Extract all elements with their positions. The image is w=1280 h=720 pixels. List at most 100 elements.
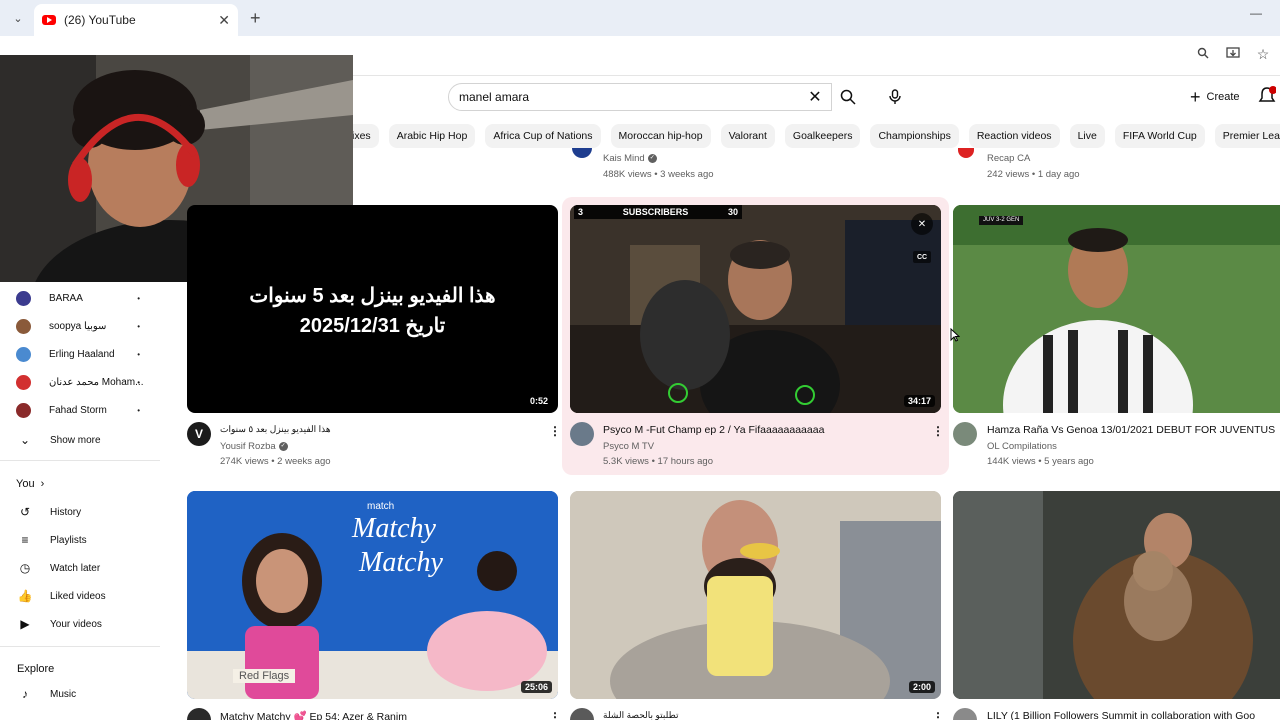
score-overlay: JUV 3-2 GEN [979,216,1024,225]
search-button[interactable] [832,83,864,111]
above-row-channel[interactable]: Kais Mind ✓ [603,153,657,164]
video-channel[interactable]: Psyco M TV [603,441,654,452]
subscription-item[interactable]: BARAA • [16,288,146,308]
more-options-icon[interactable]: ⋮ [932,710,944,720]
clear-search-icon[interactable]: ✕ [805,87,825,107]
sidebar-item-label: Playlists [50,534,87,546]
video-title[interactable]: Psyco M -Fut Champ ep 2 / Ya Fifaaaaaaaa… [603,424,923,436]
sidebar-item-label: History [50,506,82,518]
subscription-item[interactable]: Erling Haaland • [16,344,146,364]
sidebar-item-label: Liked videos [50,590,106,602]
explore-header: Explore [17,663,55,675]
zoom-icon[interactable] [1196,46,1210,63]
above-row-channel-avatar[interactable] [572,148,592,158]
search-input[interactable]: manel amara [459,90,805,104]
chip-10[interactable]: Premier League [1214,124,1280,148]
chip-8[interactable]: Live [1069,124,1105,148]
install-app-icon[interactable] [1226,46,1240,63]
sidebar-divider-2 [0,646,160,647]
verified-icon: ✓ [647,153,657,163]
category-chips: ixes Arabic Hip Hop Africa Cup of Nations M… [352,124,1280,148]
browser-tab[interactable]: (26) YouTube ✕ [34,4,238,36]
sidebar-item-playlists[interactable]: ≡ Playlists [16,530,87,550]
video-title[interactable]: Hamza Raña Vs Genoa 13/01/2021 DEBUT FOR… [987,424,1280,436]
video-channel[interactable]: OL Compilations [987,441,1057,452]
create-label: Create [1206,91,1240,103]
minimize-window-icon[interactable]: — [1250,6,1262,20]
above-row-meta: 488K views • 3 weeks ago [603,169,714,180]
new-content-dot-icon: • [137,293,140,303]
sidebar-item-watch-later[interactable]: ◷ Watch later [16,558,100,578]
more-options-icon[interactable]: ⋮ [549,424,561,438]
you-section-header[interactable]: You › [16,474,44,494]
video-meta: 5.3K views • 17 hours ago [603,456,714,467]
chip-1[interactable]: Arabic Hip Hop [388,124,476,148]
new-tab-button[interactable]: + [250,8,261,29]
video-title[interactable]: هذا الفيديو بينزل بعد ٥ سنوات [220,424,540,435]
chip-3[interactable]: Moroccan hip-hop [610,124,711,148]
above-row-channel-2[interactable]: Recap CA [987,153,1030,164]
channel-avatar[interactable] [953,708,977,720]
show-more-button[interactable]: ⌄ Show more [16,430,101,450]
more-options-icon[interactable]: ⋮ [932,424,944,438]
create-button[interactable]: + Create [1180,84,1250,110]
video-title[interactable]: تطلبتو بالحصة الشلة [603,710,923,720]
sidebar-item-your-videos[interactable]: ▶ Your videos [16,614,102,634]
red-flags-tag: Red Flags [233,669,296,683]
video-channel-name[interactable]: Yousif Rozba [220,441,276,452]
chevron-right-icon: › [40,478,45,490]
chip-6[interactable]: Championships [870,124,959,148]
notifications-bell-icon[interactable] [1258,86,1280,108]
video-thumbnail[interactable]: match Matchy Matchy Red Flags 25:06 [187,491,558,699]
sidebar-item-history[interactable]: ↺ History [16,502,81,522]
thumbnail-text-line-1: هذا الفيديو بينزل بعد 5 سنوات [249,285,496,307]
microphone-icon [889,89,901,104]
sidebar-item-liked-videos[interactable]: 👍 Liked videos [16,586,106,606]
verified-icon: ✓ [278,441,288,451]
video-thumbnail[interactable]: 2:00 [570,491,941,699]
tab-list-chevron-icon[interactable]: ⌄ [8,8,28,28]
subscription-label: BARAA [49,292,83,304]
subscription-item[interactable]: soopya سوبيا • [16,316,146,336]
subscription-label: soopya سوبيا [49,320,107,332]
channel-avatar[interactable] [953,422,977,446]
watch-later-icon: ◷ [19,561,31,575]
search-box[interactable]: manel amara ✕ [448,83,832,111]
more-options-icon[interactable]: ⋮ [549,710,561,720]
voice-search-button[interactable] [880,83,910,111]
mute-icon[interactable]: ✕ [911,213,933,235]
channel-avatar[interactable] [570,422,594,446]
chip-9[interactable]: FIFA World Cup [1114,124,1205,148]
subscription-label: محمد عدنان Moham... [49,376,144,388]
video-thumbnail[interactable]: 3 SUBSCRIBERS 30 ✕ CC 34:17 [570,205,941,413]
subscription-item[interactable]: Fahad Storm • [16,400,146,420]
chip-5[interactable]: Goalkeepers [784,124,861,148]
sidebar-item-label: Music [50,688,77,700]
chip-0[interactable]: ixes [352,124,379,148]
subscription-item[interactable]: محمد عدنان Moham... • [16,372,146,392]
tab-close-icon[interactable]: ✕ [218,12,230,29]
chip-2[interactable]: Africa Cup of Nations [485,124,601,148]
sidebar-item-music[interactable]: ♪ Music [16,684,76,704]
video-title[interactable]: LILY (1 Billion Followers Summit in coll… [987,710,1280,720]
channel-avatar[interactable] [187,708,211,720]
sidebar-divider [0,460,160,461]
video-title[interactable]: Matchy Matchy 💕 Ep 54: Azer & Ranim [220,710,540,720]
search-icon [840,89,856,105]
video-thumbnail[interactable]: هذا الفيديو بينزل بعد 5 سنوات تاريخ 2025… [187,205,558,413]
chip-7[interactable]: Reaction videos [968,124,1060,148]
video-thumbnail[interactable]: JUV 3-2 GEN [953,205,1280,413]
video-meta: 144K views • 5 years ago [987,456,1094,467]
video-channel[interactable]: Yousif Rozba ✓ [220,441,288,452]
channel-avatar[interactable] [570,708,594,720]
plus-icon: + [1190,87,1201,107]
captions-icon[interactable]: CC [913,251,931,263]
above-row-channel-avatar-2[interactable] [958,148,974,158]
chip-4[interactable]: Valorant [720,124,775,148]
bookmark-star-icon[interactable]: ☆ [1256,46,1270,63]
above-row-meta-2: 242 views • 1 day ago [987,169,1080,180]
channel-avatar[interactable]: V [187,422,211,446]
channel-avatar [16,346,31,362]
above-row-channel-name[interactable]: Kais Mind [603,153,645,164]
video-thumbnail[interactable] [953,491,1280,699]
